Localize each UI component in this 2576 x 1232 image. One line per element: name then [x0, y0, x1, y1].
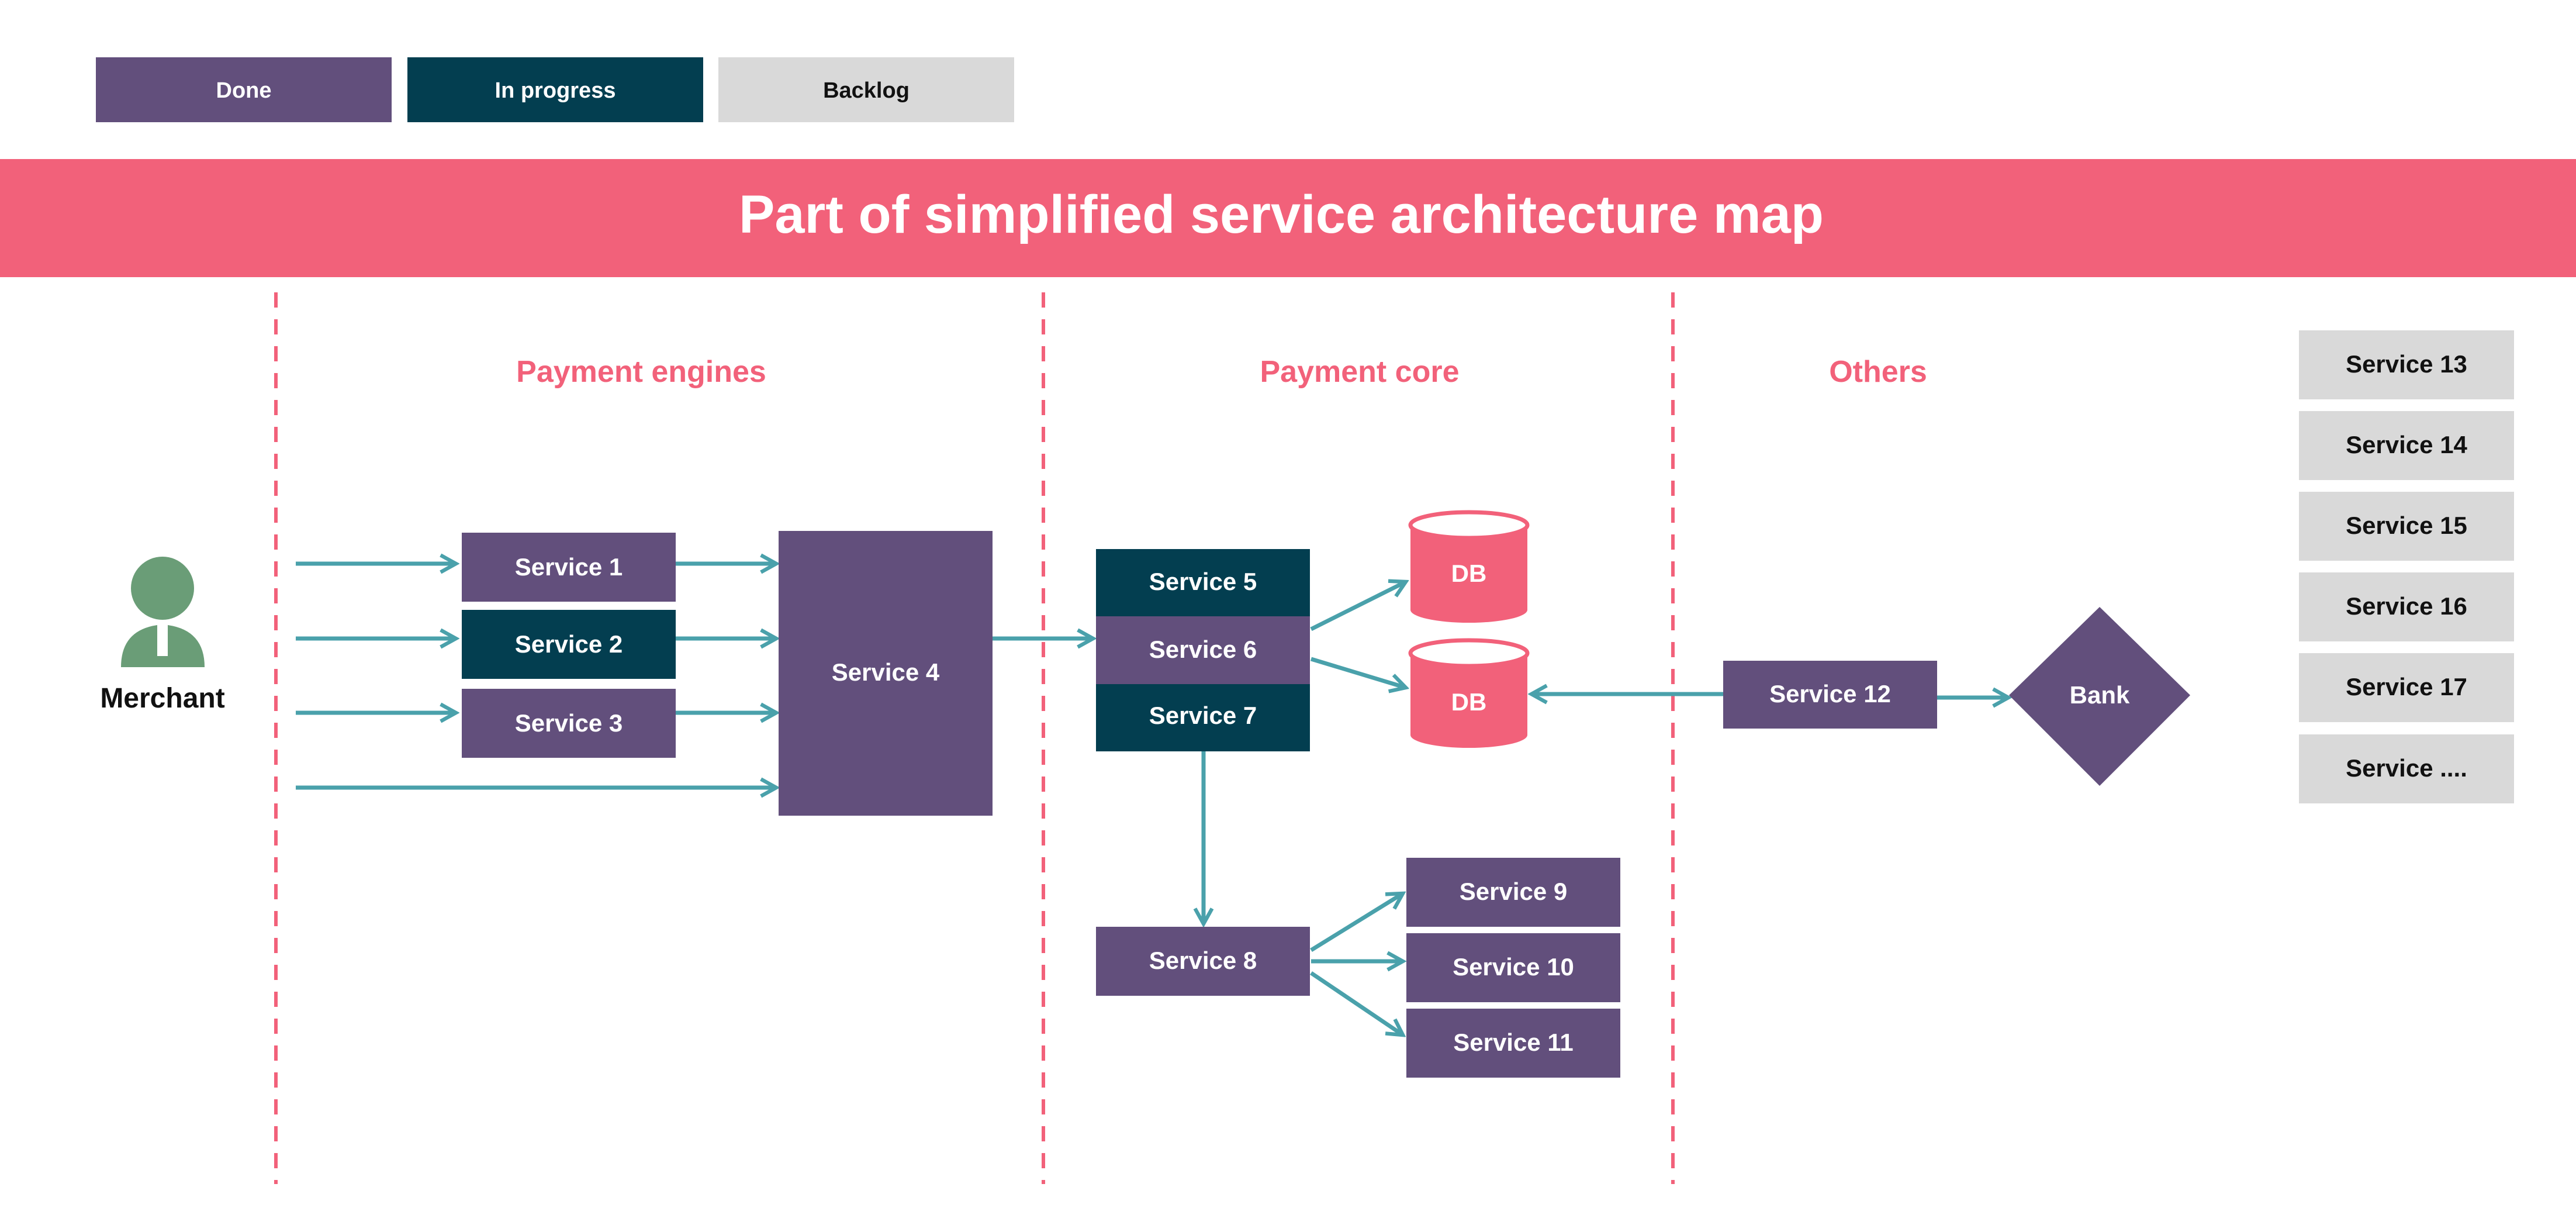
edge-s6-db1: [1310, 582, 1406, 631]
node-label: Service 7: [1149, 702, 1257, 729]
backlog-item[interactable]: Service ....: [2299, 734, 2514, 803]
legend-label-done: Done: [216, 78, 272, 103]
node-db-1[interactable]: DB: [1408, 510, 1530, 623]
legend-label-backlog: Backlog: [823, 78, 910, 103]
node-service-11[interactable]: Service 11: [1406, 1009, 1620, 1078]
legend-label-in-progress: In progress: [495, 78, 616, 103]
node-label: Service 6: [1149, 636, 1257, 663]
node-service-9[interactable]: Service 9: [1406, 858, 1620, 927]
node-service-12[interactable]: Service 12: [1723, 661, 1937, 729]
node-bank[interactable]: Bank: [2009, 607, 2190, 786]
section-title-payment-engines: Payment engines: [516, 355, 766, 389]
node-label: DB: [1451, 560, 1487, 587]
node-service-4[interactable]: Service 4: [779, 531, 993, 816]
node-label: Service 5: [1149, 568, 1257, 595]
node-service-7[interactable]: Service 7: [1096, 684, 1310, 751]
backlog-item[interactable]: Service 13: [2299, 330, 2514, 399]
backlog-item[interactable]: Service 16: [2299, 572, 2514, 641]
node-label: Service 9: [1460, 878, 1568, 905]
node-service-5[interactable]: Service 5: [1096, 549, 1310, 616]
node-label: Service 2: [515, 630, 623, 658]
backlog-item[interactable]: Service 15: [2299, 492, 2514, 561]
node-label: Service 11: [1453, 1029, 1574, 1056]
backlog-item-label: Service 17: [2346, 673, 2467, 700]
backlog-list: Service 13 Service 14 Service 15 Service…: [2299, 330, 2514, 803]
section-title-payment-core: Payment core: [1260, 355, 1459, 389]
title-banner: Part of simplified service architecture …: [0, 159, 2576, 277]
legend-item-backlog[interactable]: Backlog: [718, 57, 1014, 122]
merchant-actor[interactable]: Merchant: [100, 557, 225, 714]
edge-s8-s11: [1310, 971, 1403, 1035]
merchant-label: Merchant: [100, 683, 224, 714]
page-title: Part of simplified service architecture …: [739, 185, 1824, 244]
node-label: Service 8: [1149, 947, 1257, 974]
node-service-6[interactable]: Service 6: [1096, 616, 1310, 684]
backlog-item[interactable]: Service 14: [2299, 411, 2514, 480]
node-db-2[interactable]: DB: [1408, 638, 1530, 748]
section-title-others: Others: [1829, 355, 1927, 389]
legend: Done In progress Backlog: [96, 57, 1014, 122]
node-label: Service 3: [515, 709, 623, 737]
architecture-diagram: Done In progress Backlog Part of simplif…: [0, 57, 2576, 1184]
legend-item-done[interactable]: Done: [96, 57, 392, 122]
backlog-item-label: Service 13: [2346, 350, 2467, 378]
node-label: Service 4: [832, 658, 940, 686]
backlog-item-label: Service 15: [2346, 512, 2467, 539]
backlog-item-label: Service 16: [2346, 592, 2467, 620]
edge-s8-s9: [1310, 893, 1403, 952]
node-label: DB: [1451, 688, 1487, 716]
person-icon: [121, 557, 205, 667]
node-service-2[interactable]: Service 2: [462, 610, 676, 679]
node-service-10[interactable]: Service 10: [1406, 933, 1620, 1002]
legend-item-in-progress[interactable]: In progress: [407, 57, 703, 122]
node-label: Service 10: [1453, 953, 1574, 981]
backlog-item-label: Service ....: [2346, 754, 2467, 782]
backlog-item[interactable]: Service 17: [2299, 653, 2514, 722]
node-label: Service 1: [515, 553, 623, 581]
edge-s6-db2: [1310, 657, 1406, 688]
node-label: Service 12: [1769, 680, 1891, 708]
node-service-8[interactable]: Service 8: [1096, 927, 1310, 996]
node-service-1[interactable]: Service 1: [462, 533, 676, 602]
node-label: Bank: [2070, 681, 2130, 709]
node-service-3[interactable]: Service 3: [462, 689, 676, 758]
backlog-item-label: Service 14: [2346, 431, 2467, 458]
